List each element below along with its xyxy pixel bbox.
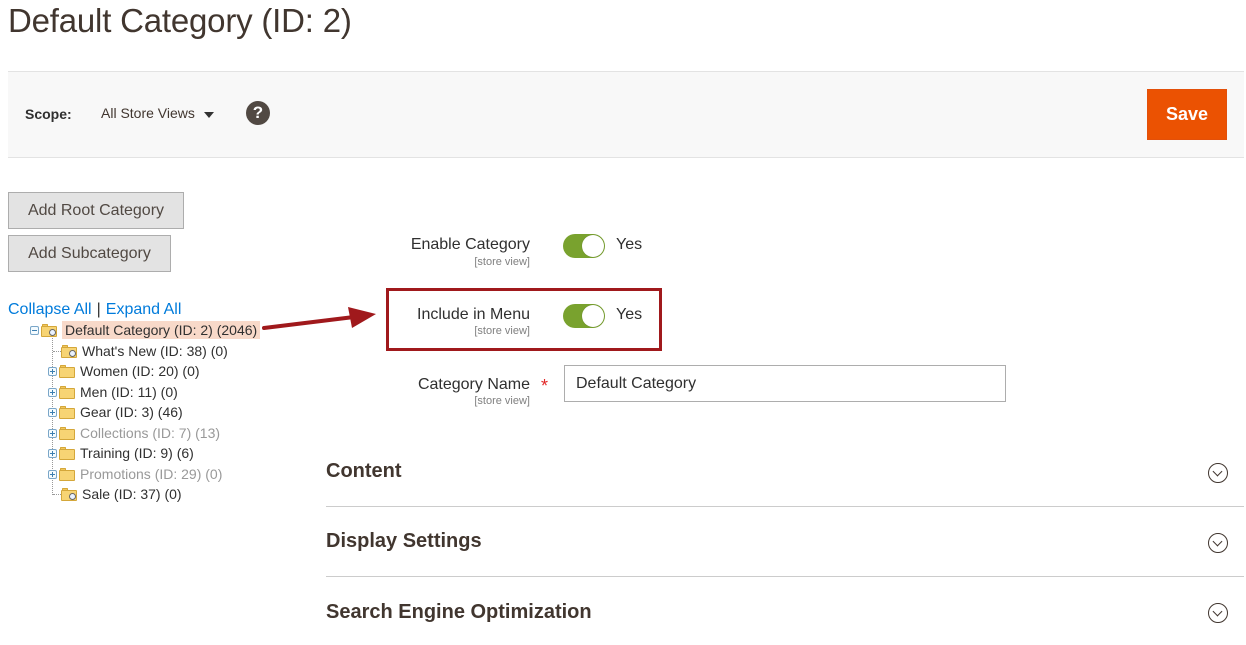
tree-node-label: Promotions (ID: 29) (0) [80, 466, 223, 482]
section-search-engine-optimization[interactable]: Search Engine Optimization [326, 577, 1244, 645]
folder-icon [59, 426, 76, 440]
tree-node-label: Training (ID: 9) (6) [80, 445, 194, 461]
collapse-toggle-icon[interactable] [30, 325, 39, 335]
chevron-down-icon [1208, 463, 1228, 483]
tree-links-separator: | [96, 301, 101, 318]
enable-category-toggle[interactable] [563, 234, 605, 258]
folder-icon [59, 467, 76, 481]
tree-node[interactable]: Collections (ID: 7) (13) [48, 423, 220, 443]
include-in-menu-value: Yes [616, 306, 643, 323]
tree-node[interactable]: Promotions (ID: 29) (0) [48, 464, 222, 484]
tree-node-default-category[interactable]: Default Category (ID: 2) (2046) [30, 320, 261, 340]
include-in-menu-label: Include in Menu [417, 306, 530, 323]
tree-node[interactable]: Women (ID: 20) (0) [48, 361, 200, 381]
category-name-label: Category Name [417, 376, 530, 393]
tree-node[interactable]: What's New (ID: 38) (0) [48, 341, 228, 361]
expand-all-link[interactable]: Expand All [106, 301, 182, 318]
section-display-settings[interactable]: Display Settings [326, 507, 1244, 577]
scope-bar: Scope: All Store Views ? Save [8, 71, 1244, 158]
folder-icon [59, 364, 76, 378]
expand-plus-icon[interactable] [48, 448, 57, 458]
add-subcategory-button[interactable]: Add Subcategory [8, 235, 171, 272]
enable-category-value: Yes [616, 236, 643, 253]
question-mark-icon[interactable]: ? [246, 101, 270, 125]
caret-down-icon [203, 111, 214, 118]
expand-plus-icon[interactable] [48, 428, 57, 438]
tree-node[interactable]: Sale (ID: 37) (0) [48, 484, 182, 504]
expand-plus-icon[interactable] [48, 366, 57, 376]
tree-node-label: Sale (ID: 37) (0) [82, 486, 182, 502]
page-title: Default Category (ID: 2) [8, 2, 352, 39]
category-name-input[interactable] [564, 365, 1006, 402]
tree-node-label: Women (ID: 20) (0) [80, 363, 200, 379]
required-asterisk: * [541, 376, 549, 396]
folder-icon [61, 344, 78, 358]
folder-icon [59, 385, 76, 399]
section-title: Display Settings [326, 530, 482, 552]
collapse-all-link[interactable]: Collapse All [8, 301, 92, 318]
enable-category-scope: [store view] [474, 256, 530, 268]
chevron-down-icon [1208, 603, 1228, 623]
scope-label: Scope: [25, 106, 72, 122]
folder-icon [59, 405, 76, 419]
include-in-menu-toggle[interactable] [563, 304, 605, 328]
section-content[interactable]: Content [326, 437, 1244, 507]
tree-node-label: Men (ID: 11) (0) [80, 384, 178, 400]
expand-plus-icon[interactable] [48, 469, 57, 479]
category-name-scope: [store view] [474, 395, 530, 407]
scope-selected-value: All Store Views [101, 105, 195, 121]
tree-node-label: What's New (ID: 38) (0) [82, 343, 228, 359]
include-in-menu-scope: [store view] [474, 325, 530, 337]
tree-node[interactable]: Gear (ID: 3) (46) [48, 402, 183, 422]
add-root-category-button[interactable]: Add Root Category [8, 192, 184, 229]
folder-icon [59, 446, 76, 460]
chevron-down-icon [1208, 533, 1228, 553]
expand-plus-icon[interactable] [48, 407, 57, 417]
section-title: Content [326, 460, 402, 482]
tree-node-label: Default Category (ID: 2) (2046) [62, 321, 261, 339]
tree-node[interactable]: Training (ID: 9) (6) [48, 443, 194, 463]
tree-controls: Collapse All | Expand All [8, 301, 181, 319]
scope-switcher[interactable]: All Store Views [101, 105, 214, 121]
tree-node-label: Gear (ID: 3) (46) [80, 404, 183, 420]
tree-node-label: Collections (ID: 7) (13) [80, 425, 221, 441]
enable-category-label: Enable Category [410, 236, 530, 253]
folder-icon [61, 487, 78, 501]
folder-icon [41, 323, 58, 337]
tree-node[interactable]: Men (ID: 11) (0) [48, 382, 178, 402]
expand-plus-icon[interactable] [48, 387, 57, 397]
save-button[interactable]: Save [1147, 89, 1227, 140]
section-title: Search Engine Optimization [326, 601, 592, 623]
